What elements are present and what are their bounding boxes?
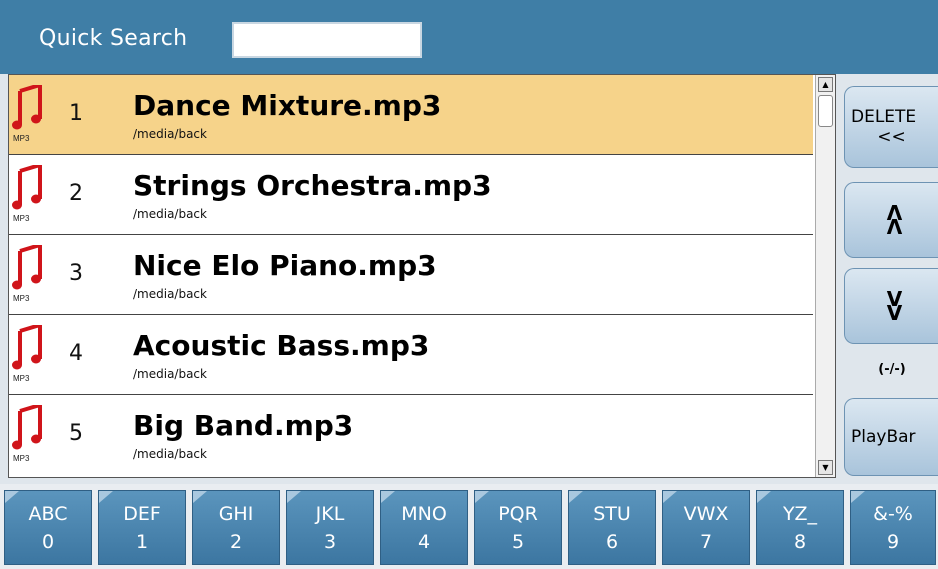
key-digit: 3 [323,530,337,553]
key-digit: 0 [41,530,55,553]
row-number: 1 [69,101,83,126]
key-symbols-9[interactable]: &-% 9 [850,490,936,565]
playbar-button[interactable]: PlayBar [844,398,938,476]
file-type-label: MP3 [13,214,30,223]
key-def-1[interactable]: DEF 1 [98,490,186,565]
key-letters: PQR [498,502,538,525]
file-path: /media/back [133,447,207,461]
header-bar: Quick Search [0,0,938,74]
key-jkl-3[interactable]: JKL 3 [286,490,374,565]
alpha-key-bar: ABC 0 DEF 1 GHI 2 JKL 3 MNO 4 PQR 5 STU … [0,484,938,569]
key-letters: VWX [683,502,729,525]
file-list: MP3 1 Dance Mixture.mp3 /media/back MP3 … [8,74,836,478]
file-title: Strings Orchestra.mp3 [133,169,492,202]
quick-search-input[interactable] [232,22,422,58]
key-letters: STU [593,502,631,525]
file-path: /media/back [133,287,207,301]
scroll-thumb[interactable] [818,95,833,127]
key-letters: GHI [218,502,254,525]
file-row-1[interactable]: MP3 1 Dance Mixture.mp3 /media/back [9,75,813,155]
delete-label: DELETE [851,107,917,127]
file-title: Big Band.mp3 [133,409,354,442]
scroll-up-arrow-icon[interactable]: ▲ [818,77,833,92]
file-row-4[interactable]: MP3 4 Acoustic Bass.mp3 /media/back [9,315,813,395]
quick-search-label: Quick Search [39,26,188,51]
key-digit: 6 [605,530,619,553]
key-vwx-7[interactable]: VWX 7 [662,490,750,565]
file-row-5[interactable]: MP3 5 Big Band.mp3 /media/back [9,395,813,477]
file-row-2[interactable]: MP3 2 Strings Orchestra.mp3 /media/back [9,155,813,235]
key-digit: 2 [229,530,243,553]
key-letters: DEF [123,502,161,525]
page-down-button[interactable]: VV [844,268,938,344]
row-number: 2 [69,181,83,206]
key-letters: MNO [401,502,447,525]
file-path: /media/back [133,367,207,381]
file-type-label: MP3 [13,374,30,383]
chevron-up-icon: ΛΛ [886,201,903,239]
file-title: Nice Elo Piano.mp3 [133,249,437,282]
list-scrollbar[interactable]: ▲ ▼ [815,75,835,477]
file-row-3[interactable]: MP3 3 Nice Elo Piano.mp3 /media/back [9,235,813,315]
music-note-icon [12,405,42,450]
key-pqr-5[interactable]: PQR 5 [474,490,562,565]
row-number: 4 [69,341,83,366]
key-letters: YZ_ [782,502,818,525]
key-ghi-2[interactable]: GHI 2 [192,490,280,565]
key-letters: ABC [28,502,68,525]
file-path: /media/back [133,207,207,221]
row-number: 5 [69,421,83,446]
scroll-down-arrow-icon[interactable]: ▼ [818,460,833,475]
file-path: /media/back [133,127,207,141]
file-type-label: MP3 [13,134,30,143]
key-digit: 1 [135,530,149,553]
key-digit: 9 [886,530,900,553]
music-note-icon [12,85,42,130]
file-title: Acoustic Bass.mp3 [133,329,430,362]
key-digit: 5 [511,530,525,553]
key-digit: 4 [417,530,431,553]
music-note-icon [12,165,42,210]
file-title: Dance Mixture.mp3 [133,89,442,122]
delete-sub-label: << [877,127,906,147]
file-rows: MP3 1 Dance Mixture.mp3 /media/back MP3 … [9,75,813,477]
key-digit: 7 [699,530,713,553]
key-letters: &-% [873,502,913,525]
page-indicator: (-/-) [878,362,906,377]
file-type-label: MP3 [13,454,30,463]
playbar-label: PlayBar [851,427,916,447]
chevron-down-icon: VV [886,287,903,325]
key-yz-8[interactable]: YZ_ 8 [756,490,844,565]
key-digit: 8 [793,530,807,553]
file-type-label: MP3 [13,294,30,303]
delete-button[interactable]: DELETE << [844,86,938,168]
row-number: 3 [69,261,83,286]
music-note-icon [12,245,42,290]
key-mno-4[interactable]: MNO 4 [380,490,468,565]
page-up-button[interactable]: ΛΛ [844,182,938,258]
key-stu-6[interactable]: STU 6 [568,490,656,565]
key-letters: JKL [315,502,345,525]
music-note-icon [12,325,42,370]
key-abc-0[interactable]: ABC 0 [4,490,92,565]
